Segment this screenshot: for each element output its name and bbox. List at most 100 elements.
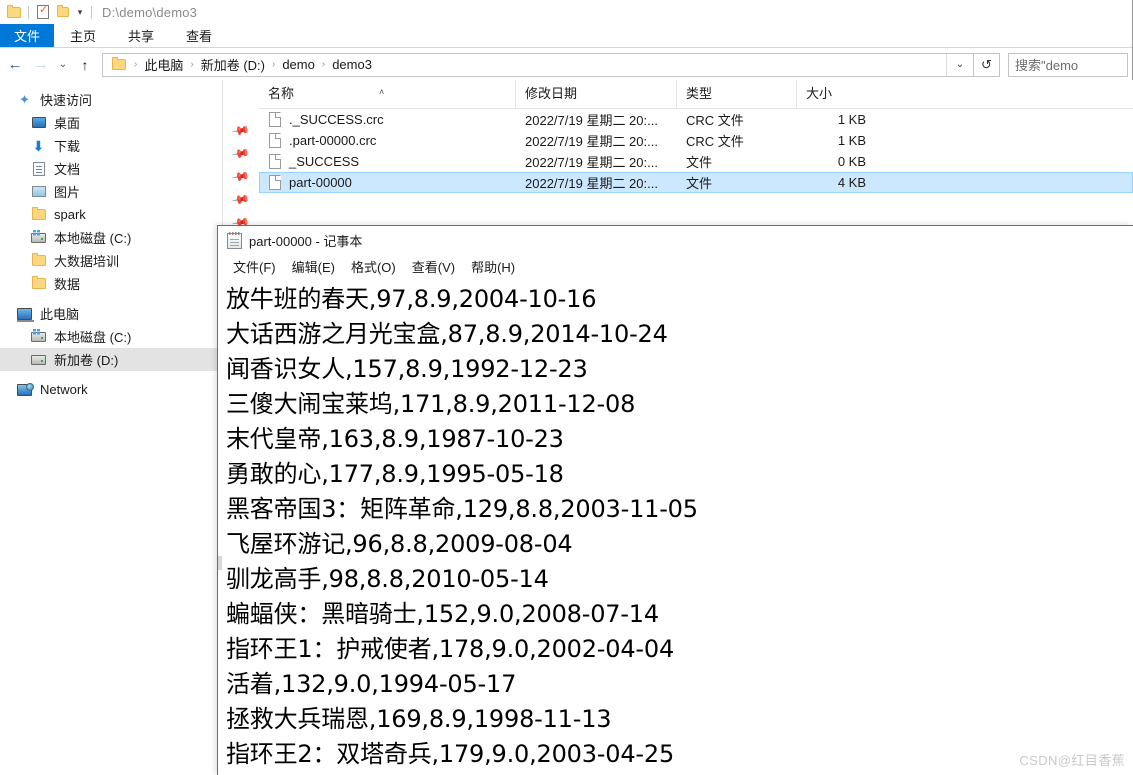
sidebar-item-pictures[interactable]: 图片 (0, 180, 222, 203)
sidebar-item-quick-access[interactable]: ✦ 快速访问 (0, 88, 222, 111)
text-line: 飞屋环游记,96,8.8,2009-08-04 (226, 530, 573, 558)
file-name-label: .part-00000.crc (289, 133, 377, 148)
ribbon-tab-home[interactable]: 主页 (54, 24, 112, 47)
forward-button[interactable]: → (28, 52, 54, 78)
column-header-type[interactable]: 类型 (676, 80, 796, 108)
column-header-size[interactable]: 大小 (796, 80, 881, 108)
pictures-icon (30, 184, 47, 200)
windows-drive-icon (30, 328, 47, 345)
table-row[interactable]: _SUCCESS 2022/7/19 星期二 20:... 文件 0 KB (259, 151, 1133, 172)
address-dropdown-icon[interactable]: ⌄ (946, 53, 973, 76)
breadcrumb-item-drive-d[interactable]: 新加卷 (D:) (199, 55, 267, 74)
up-button[interactable]: ↑ (72, 52, 98, 78)
documents-icon (30, 161, 47, 177)
column-header-name[interactable]: 名称 ˄ (259, 80, 515, 108)
text-line: 拯救大兵瑞恩,169,8.9,1998-11-13 (226, 705, 612, 733)
pin-icon[interactable]: 📌 (230, 167, 250, 187)
sidebar-label: spark (54, 207, 86, 222)
table-row[interactable]: ._SUCCESS.crc 2022/7/19 星期二 20:... CRC 文… (259, 109, 1133, 130)
sidebar-item-new-volume-d[interactable]: 新加卷 (D:) (0, 348, 222, 371)
scrollbar-artifact (218, 556, 222, 570)
text-line: 蝙蝠侠：黑暗骑士,152,9.0,2008-07-14 (226, 600, 659, 628)
breadcrumb-item-demo3[interactable]: demo3 (330, 57, 374, 72)
sidebar-item-spark[interactable]: spark (0, 203, 222, 226)
file-type-cell: CRC 文件 (686, 134, 744, 149)
file-name-cell: part-00000 (260, 175, 516, 190)
sidebar-label: 下载 (54, 139, 81, 154)
properties-icon[interactable] (34, 3, 52, 21)
file-date-cell: 2022/7/19 星期二 20:... (525, 176, 658, 191)
file-name-label: _SUCCESS (289, 154, 360, 169)
explorer-title-bar: ▾ D:\demo\demo3 (0, 0, 1132, 24)
sidebar-item-desktop[interactable]: 桌面 (0, 111, 222, 134)
notepad-title-bar[interactable]: part-00000 - 记事本 (218, 226, 1133, 255)
pin-icon[interactable]: 📌 (230, 144, 250, 164)
text-line: 勇敢的心,177,8.9,1995-05-18 (226, 460, 564, 488)
recent-locations-button[interactable]: ⌄ (54, 52, 72, 78)
sidebar-label: 数据 (54, 277, 81, 292)
breadcrumb-separator-1: › (190, 59, 194, 70)
file-name-cell: ._SUCCESS.crc (260, 112, 516, 127)
customize-caret-icon[interactable]: ▾ (73, 7, 87, 17)
sidebar-label: 桌面 (54, 116, 81, 131)
sidebar-item-downloads[interactable]: ⬇ 下载 (0, 134, 222, 157)
breadcrumb-separator-0: › (134, 59, 138, 70)
pin-icon[interactable]: 📌 (230, 121, 250, 141)
file-name-cell: _SUCCESS (260, 154, 516, 169)
notepad-icon (227, 231, 242, 249)
notepad-menu-bar: 文件(F) 编辑(E) 格式(O) 查看(V) 帮助(H) (218, 255, 1133, 277)
folder-icon[interactable] (5, 3, 23, 21)
address-bar-row: ← → ⌄ ↑ › 此电脑 › 新加卷 (D:) › demo › demo3 … (0, 48, 1132, 81)
text-line: 放牛班的春天,97,8.9,2004-10-16 (226, 285, 597, 313)
sidebar-item-local-disk-c-quick[interactable]: 本地磁盘 (C:) (0, 226, 222, 249)
sidebar-item-bigdata-training[interactable]: 大数据培训 (0, 249, 222, 272)
ribbon-tab-share[interactable]: 共享 (112, 24, 170, 47)
sidebar-label: 图片 (54, 185, 81, 200)
folder-icon (30, 253, 47, 269)
ribbon-tab-bar: 文件 主页 共享 查看 (0, 24, 1132, 48)
sidebar-item-network[interactable]: Network (0, 378, 222, 401)
ribbon-tab-view[interactable]: 查看 (170, 24, 228, 47)
file-icon (269, 175, 281, 190)
breadcrumb-separator-3: › (321, 59, 326, 70)
sidebar-item-local-disk-c[interactable]: 本地磁盘 (C:) (0, 325, 222, 348)
menu-item-file[interactable]: 文件(F) (225, 257, 284, 276)
pin-icon[interactable]: 📌 (230, 190, 250, 210)
table-row[interactable]: .part-00000.crc 2022/7/19 星期二 20:... CRC… (259, 130, 1133, 151)
window-title: D:\demo\demo3 (102, 4, 198, 20)
sidebar-item-data[interactable]: 数据 (0, 272, 222, 295)
sidebar-label: Network (40, 382, 88, 397)
refresh-button[interactable]: ↺ (974, 52, 1000, 77)
text-line: 黑客帝国3：矩阵革命,129,8.8,2003-11-05 (226, 495, 698, 523)
text-line: 末代皇帝,163,8.9,1987-10-23 (226, 425, 564, 453)
new-folder-icon[interactable] (54, 3, 72, 21)
text-line: 闻香识女人,157,8.9,1992-12-23 (226, 355, 588, 383)
file-type-cell: 文件 (686, 155, 713, 170)
search-placeholder: 搜索"demo (1015, 58, 1079, 73)
network-icon (16, 382, 34, 398)
ribbon-tab-file[interactable]: 文件 (0, 24, 55, 47)
sidebar-label: 文档 (54, 162, 81, 177)
menu-item-view[interactable]: 查看(V) (404, 257, 463, 276)
back-button[interactable]: ← (2, 52, 28, 78)
file-size-cell: 1 KB (837, 133, 866, 148)
breadcrumb-item-demo[interactable]: demo (280, 57, 317, 72)
notepad-title: part-00000 - 记事本 (249, 234, 363, 249)
sidebar-label: 快速访问 (40, 93, 93, 108)
sidebar-item-documents[interactable]: 文档 (0, 157, 222, 180)
menu-item-format[interactable]: 格式(O) (343, 257, 404, 276)
column-header-date-modified[interactable]: 修改日期 (515, 80, 676, 108)
table-row[interactable]: part-00000 2022/7/19 星期二 20:... 文件 4 KB (259, 172, 1133, 193)
text-line: 大话西游之月光宝盒,87,8.9,2014-10-24 (226, 320, 668, 348)
breadcrumb-item-this-pc[interactable]: 此电脑 (142, 55, 185, 74)
downloads-icon: ⬇ (32, 137, 45, 154)
address-bar[interactable]: › 此电脑 › 新加卷 (D:) › demo › demo3 ⌄ (102, 52, 974, 77)
sidebar-item-this-pc[interactable]: 此电脑 (0, 302, 222, 325)
notepad-text-area[interactable]: 放牛班的春天,97,8.9,2004-10-16 大话西游之月光宝盒,87,8.… (219, 278, 1133, 775)
text-line: 指环王1：护戒使者,178,9.0,2002-04-04 (226, 635, 675, 663)
breadcrumb-folder-icon (110, 56, 128, 74)
sort-ascending-icon: ˄ (379, 87, 385, 97)
search-input[interactable]: 搜索"demo (1008, 52, 1128, 77)
menu-item-edit[interactable]: 编辑(E) (284, 257, 343, 276)
menu-item-help[interactable]: 帮助(H) (463, 257, 523, 276)
